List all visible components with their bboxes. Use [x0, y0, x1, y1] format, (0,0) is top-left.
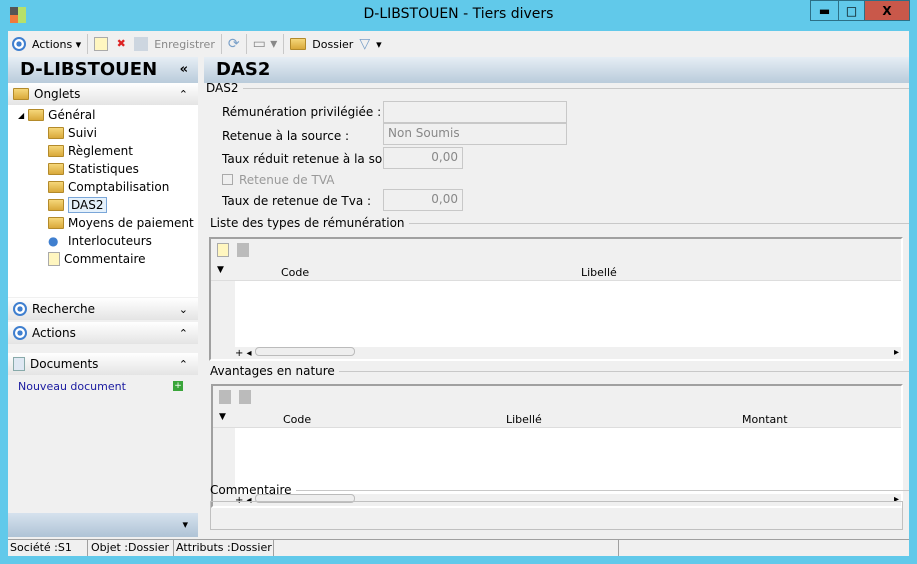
people-icon: ● [48, 234, 59, 248]
actions-section-icon [13, 326, 27, 340]
retenue-tva-checkbox[interactable] [222, 174, 233, 185]
tree-item-das2[interactable]: DAS2 [48, 196, 107, 214]
status-attributs: Attributs :Dossier [174, 540, 274, 556]
checkbox-label: Retenue de TVA [239, 173, 335, 187]
window-title: D-LIBSTOUEN - Tiers divers [363, 6, 554, 22]
note-icon [48, 252, 60, 266]
minimize-button[interactable]: ▬ [810, 0, 839, 21]
tree-item-interlocuteurs[interactable]: ● Interlocuteurs [48, 232, 152, 250]
tabs-tree: ◢ Général Suivi Règlement Statistiques Co… [8, 105, 198, 297]
new-row-icon[interactable] [219, 390, 231, 404]
group-das2: DAS2 [206, 81, 909, 95]
comment-field[interactable] [210, 501, 903, 530]
column-header-libelle[interactable]: Libellé [581, 266, 617, 279]
tree-item-statistiques[interactable]: Statistiques [48, 160, 139, 178]
grid-body [235, 281, 901, 347]
toolbar: Actions ▾ ✖ Enregistrer ⟳ ▭ ▾ Dossier ▽ … [8, 31, 909, 57]
filter-icon[interactable]: ▽ [359, 36, 370, 52]
folder-icon [13, 88, 29, 100]
tree-item-comptabilisation[interactable]: Comptabilisation [48, 178, 169, 196]
chevron-up-icon: ⌃ [178, 87, 188, 101]
new-document-link[interactable]: Nouveau document [18, 380, 126, 393]
delete-row-icon[interactable] [237, 243, 249, 257]
close-button[interactable]: X [864, 0, 910, 21]
chevron-up-icon: ⌃ [178, 357, 188, 371]
add-icon[interactable]: + [173, 381, 183, 391]
left-panel-title: D-LIBSTOUEN « [8, 57, 198, 83]
status-objet: Objet :Dossier [89, 540, 174, 556]
status-societe: Société :S1 [8, 540, 88, 556]
retenue-source-field[interactable]: Non Soumis [383, 123, 567, 145]
window-body: Actions ▾ ✖ Enregistrer ⟳ ▭ ▾ Dossier ▽ … [8, 31, 909, 556]
maximize-button[interactable]: □ [838, 0, 865, 21]
print-icon[interactable]: ▭ ▾ [253, 36, 278, 52]
taux-reduit-field[interactable]: 0,00 [383, 147, 463, 169]
panel-dropdown-icon[interactable]: ▾ [8, 513, 198, 537]
remuneration-grid: ▼ Code Libellé + ◂ ▸ [209, 237, 903, 361]
actions-menu[interactable]: Actions ▾ [32, 38, 81, 51]
search-section-icon [13, 302, 27, 316]
tree-item-moyens-paiement[interactable]: Moyens de paiement [48, 214, 194, 232]
chevron-down-icon: ⌄ [178, 302, 188, 316]
group-list1: Liste des types de rémunération [210, 216, 909, 230]
tree-item-general[interactable]: ◢ Général [18, 106, 95, 124]
tree-item-commentaire[interactable]: Commentaire [48, 250, 146, 268]
column-header-libelle[interactable]: Libellé [506, 413, 542, 426]
new-row-icon[interactable] [217, 243, 229, 257]
column-header-code[interactable]: Code [283, 413, 311, 426]
group-list2: Avantages en nature [210, 364, 909, 378]
title-bar: D-LIBSTOUEN - Tiers divers ▬ □ X [0, 0, 917, 31]
field-label: Rémunération privilégiée : [222, 105, 382, 119]
column-header-montant[interactable]: Montant [742, 413, 788, 426]
horizontal-scrollbar[interactable]: + ◂ ▸ [235, 347, 901, 359]
group-comment: Commentaire [210, 483, 909, 497]
document-icon [13, 357, 25, 371]
tree-item-suivi[interactable]: Suivi [48, 124, 97, 142]
delete-icon[interactable]: ✖ [114, 37, 128, 51]
chevron-up-icon: ⌃ [178, 326, 188, 340]
delete-row-icon[interactable] [239, 390, 251, 404]
collapse-button[interactable]: « [180, 57, 188, 83]
section-onglets[interactable]: Onglets ⌃ [8, 83, 198, 105]
field-label: Retenue à la source : [222, 129, 350, 143]
refresh-icon[interactable]: ⟳ [228, 36, 240, 52]
main-title: DAS2 [204, 57, 909, 83]
column-header-code[interactable]: Code [281, 266, 309, 279]
field-label: Taux de retenue de Tva : [222, 194, 372, 208]
remuneration-privilegiee-field[interactable] [383, 101, 567, 123]
filter-dropdown[interactable]: ▾ [376, 38, 382, 51]
section-documents[interactable]: Documents ⌃ [8, 353, 198, 375]
save-icon [134, 37, 149, 51]
tree-item-reglement[interactable]: Règlement [48, 142, 133, 160]
dossier-button[interactable]: Dossier [312, 38, 353, 51]
folder-icon [290, 38, 307, 50]
new-icon[interactable] [94, 37, 109, 51]
actions-icon [12, 37, 26, 51]
section-recherche[interactable]: Recherche ⌄ [8, 298, 198, 320]
taux-tva-field[interactable]: 0,00 [383, 189, 463, 211]
save-button[interactable]: Enregistrer [154, 38, 215, 51]
section-actions[interactable]: Actions ⌃ [8, 322, 198, 344]
status-empty [274, 540, 619, 556]
